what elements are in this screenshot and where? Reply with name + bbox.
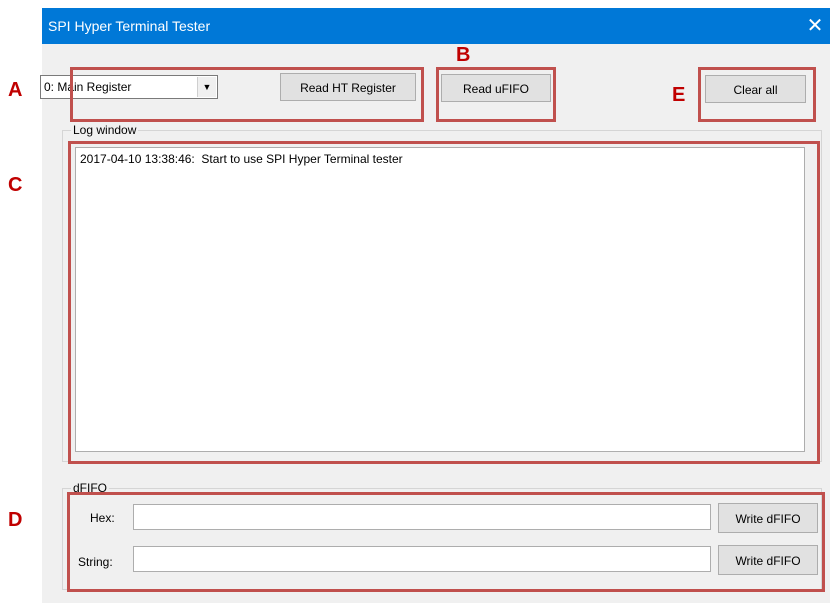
annotation-box-a — [70, 67, 424, 122]
title-bar[interactable]: SPI Hyper Terminal Tester ✕ — [42, 8, 830, 44]
window-title: SPI Hyper Terminal Tester — [48, 18, 211, 34]
annotation-box-d — [67, 492, 825, 592]
log-window-label: Log window — [71, 123, 139, 137]
annotation-label-d: D — [8, 509, 23, 531]
annotation-label-b: B — [456, 44, 471, 66]
close-icon[interactable]: ✕ — [800, 8, 830, 44]
annotation-box-e — [698, 67, 816, 122]
annotation-label-a: A — [8, 79, 23, 101]
annotation-box-c — [68, 141, 820, 464]
annotation-label-e: E — [672, 84, 686, 106]
annotation-box-b — [436, 67, 556, 122]
annotation-label-c: C — [8, 174, 23, 196]
